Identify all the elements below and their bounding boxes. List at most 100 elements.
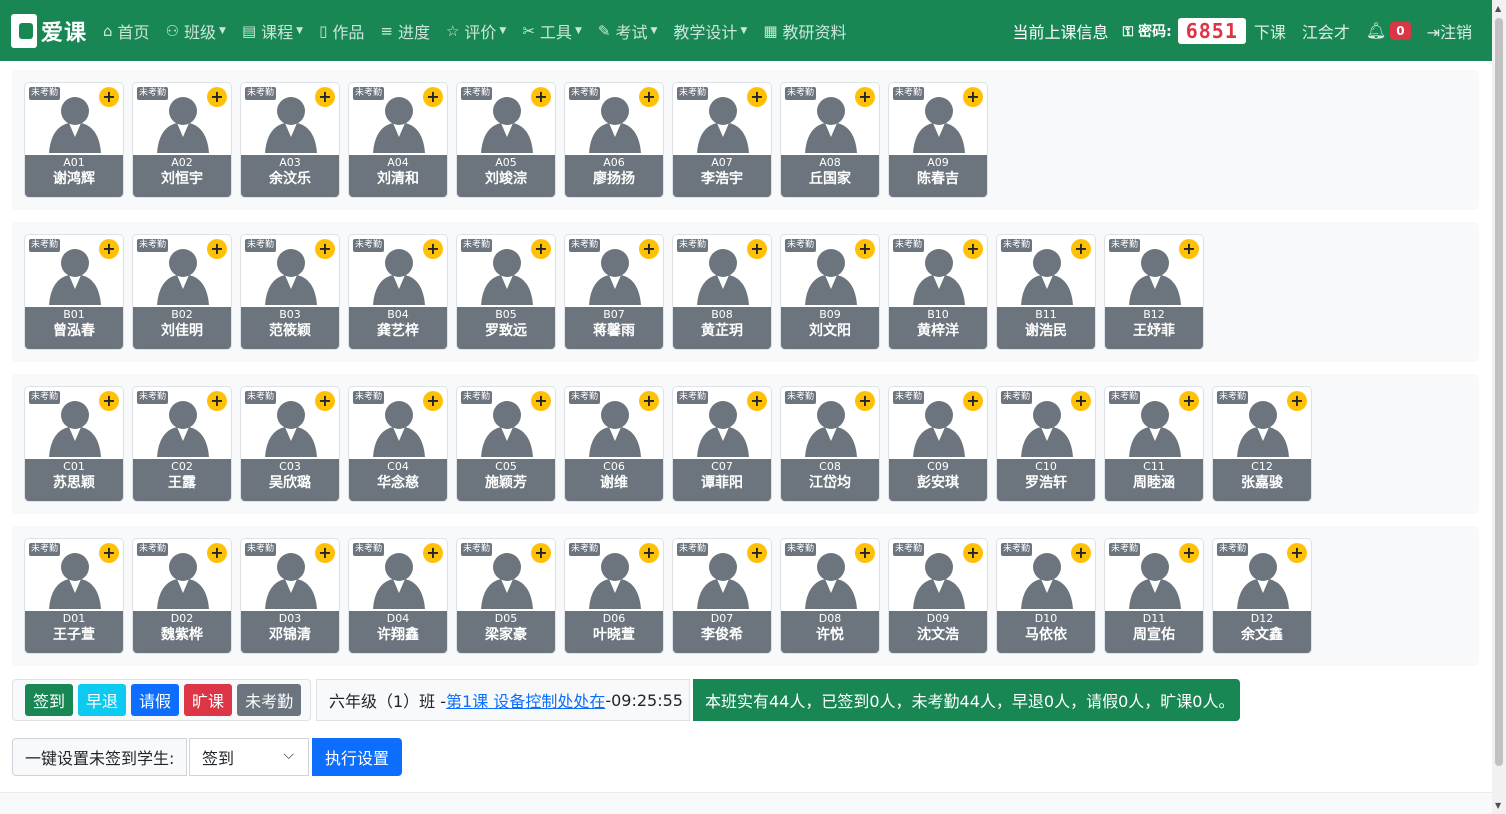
student-info: B11 谢浩民: [997, 307, 1095, 349]
student-card[interactable]: 未考勤 + C04 华念慈: [348, 386, 448, 502]
student-card[interactable]: 未考勤 + B09 刘文阳: [780, 234, 880, 350]
student-card[interactable]: 未考勤 + C09 彭安琪: [888, 386, 988, 502]
student-card[interactable]: 未考勤 + B12 王妤菲: [1104, 234, 1204, 350]
student-info: B12 王妤菲: [1105, 307, 1203, 349]
nav-item-0[interactable]: ⌂ 首页: [103, 19, 150, 43]
status-button-3[interactable]: 旷课: [184, 684, 233, 716]
student-card[interactable]: 未考勤 + D07 李俊希: [672, 538, 772, 654]
seat-code: C07: [711, 460, 733, 473]
student-name: 魏紫桦: [161, 627, 203, 643]
student-card[interactable]: 未考勤 + B07 蒋馨雨: [564, 234, 664, 350]
student-card[interactable]: 未考勤 + D02 魏紫桦: [132, 538, 232, 654]
student-card[interactable]: 未考勤 + A09 陈春吉: [888, 82, 988, 198]
nav-item-7[interactable]: ✎ 考试 ▼: [598, 19, 658, 43]
nav-item-1[interactable]: ⚇ 班级 ▼: [166, 19, 226, 43]
nav-item-6[interactable]: ✂ 工具 ▼: [522, 19, 582, 43]
student-card[interactable]: 未考勤 + C01 苏思颖: [24, 386, 124, 502]
student-card[interactable]: 未考勤 + B10 黄梓洋: [888, 234, 988, 350]
logout-icon: ⇥: [1426, 22, 1440, 42]
end-class-button[interactable]: 下课: [1254, 19, 1286, 43]
student-card[interactable]: 未考勤 + D09 沈文浩: [888, 538, 988, 654]
student-name: 张嘉骏: [1241, 475, 1283, 491]
avatar-icon: [1127, 245, 1183, 305]
student-card[interactable]: 未考勤 + A08 丘国家: [780, 82, 880, 198]
student-info: A05 刘竣淙: [457, 155, 555, 197]
student-card[interactable]: 未考勤 + D05 梁家豪: [456, 538, 556, 654]
student-card[interactable]: 未考勤 + D08 许悦: [780, 538, 880, 654]
student-card[interactable]: 未考勤 + C07 谭菲阳: [672, 386, 772, 502]
student-card[interactable]: 未考勤 + C08 江岱均: [780, 386, 880, 502]
student-card[interactable]: 未考勤 + A07 李浩宇: [672, 82, 772, 198]
student-card[interactable]: 未考勤 + A05 刘竣淙: [456, 82, 556, 198]
student-card[interactable]: 未考勤 + A02 刘恒宇: [132, 82, 232, 198]
nav-item-8[interactable]: 教学设计 ▼: [673, 19, 747, 43]
avatar-icon: [371, 245, 427, 305]
user-menu[interactable]: 江会才: [1302, 19, 1350, 43]
execute-setting-button[interactable]: 执行设置: [312, 738, 402, 776]
student-card[interactable]: 未考勤 + B08 黄芷玥: [672, 234, 772, 350]
student-card[interactable]: 未考勤 + B05 罗致远: [456, 234, 556, 350]
student-name: 梁家豪: [485, 627, 527, 643]
student-card[interactable]: 未考勤 + B01 曾泓春: [24, 234, 124, 350]
student-card[interactable]: 未考勤 + D11 周宣佑: [1104, 538, 1204, 654]
student-card[interactable]: 未考勤 + C03 吴欣璐: [240, 386, 340, 502]
scroll-up-icon[interactable]: ▲: [1495, 4, 1501, 13]
student-card[interactable]: 未考勤 + C10 罗浩轩: [996, 386, 1096, 502]
bell-icon[interactable]: 🔔︎: [1366, 21, 1386, 40]
status-button-4[interactable]: 未考勤: [237, 684, 302, 716]
student-card[interactable]: 未考勤 + D03 邓锦清: [240, 538, 340, 654]
student-card[interactable]: 未考勤 + D06 叶晓萱: [564, 538, 664, 654]
current-class-info-link[interactable]: 当前上课信息: [1013, 19, 1109, 43]
avatar-icon: [695, 93, 751, 153]
student-info: C03 吴欣璐: [241, 459, 339, 501]
seat-code: C12: [1251, 460, 1273, 473]
nav-item-2[interactable]: ▤ 课程 ▼: [242, 19, 303, 43]
student-card[interactable]: 未考勤 + A06 廖扬扬: [564, 82, 664, 198]
status-button-0[interactable]: 签到: [25, 684, 74, 716]
seat-row: 未考勤 + C01 苏思颖 未考勤 + C02 王露 未考勤 + C03 吴欣璐 未考勤 + C04 华念慈未…: [12, 374, 1479, 514]
scroll-down-icon[interactable]: ▼: [1495, 801, 1501, 810]
student-info: B08 黄芷玥: [673, 307, 771, 349]
student-card[interactable]: 未考勤 + A03 余汶乐: [240, 82, 340, 198]
seat-code: C08: [819, 460, 841, 473]
student-card[interactable]: 未考勤 + C06 谢维: [564, 386, 664, 502]
brand[interactable]: 爱课: [11, 13, 87, 48]
student-card[interactable]: 未考勤 + B03 范筱颖: [240, 234, 340, 350]
student-card[interactable]: 未考勤 + B02 刘佳明: [132, 234, 232, 350]
student-card[interactable]: 未考勤 + C12 张嘉骏: [1212, 386, 1312, 502]
student-card[interactable]: 未考勤 + D04 许翔鑫: [348, 538, 448, 654]
student-card[interactable]: 未考勤 + C05 施颖芳: [456, 386, 556, 502]
student-card[interactable]: 未考勤 + C02 王露: [132, 386, 232, 502]
student-card[interactable]: 未考勤 + D12 余文鑫: [1212, 538, 1312, 654]
seat-code: A04: [387, 156, 409, 169]
student-card[interactable]: 未考勤 + C11 周睦涵: [1104, 386, 1204, 502]
seat-code: C03: [279, 460, 301, 473]
student-card[interactable]: 未考勤 + D10 马依依: [996, 538, 1096, 654]
student-card[interactable]: 未考勤 + B04 龚艺梓: [348, 234, 448, 350]
student-card[interactable]: 未考勤 + A04 刘清和: [348, 82, 448, 198]
student-card[interactable]: 未考勤 + A01 谢鸿辉: [24, 82, 124, 198]
student-info: A07 李浩宇: [673, 155, 771, 197]
logout-button[interactable]: ⇥注销: [1427, 19, 1472, 43]
scrollbar-thumb[interactable]: [1495, 18, 1503, 766]
nav-item-9[interactable]: ▦ 教研资料: [763, 19, 846, 43]
chevron-down-icon: ⌵: [283, 747, 294, 763]
nav-item-5[interactable]: ☆ 评价 ▼: [446, 19, 506, 43]
seat-code: B07: [603, 308, 625, 321]
status-button-2[interactable]: 请假: [131, 684, 180, 716]
status-button-1[interactable]: 早退: [78, 684, 127, 716]
avatar-icon: [1019, 245, 1075, 305]
avatar-icon: [803, 245, 859, 305]
student-name: 廖扬扬: [593, 171, 635, 187]
student-info: A08 丘国家: [781, 155, 879, 197]
lesson-link[interactable]: 第1课 设备控制处处在: [446, 688, 605, 712]
seat-code: D05: [494, 612, 518, 625]
nav-item-4[interactable]: ≡ 进度: [380, 19, 430, 43]
vertical-scrollbar[interactable]: ▲ ▼: [1492, 0, 1506, 814]
student-name: 罗浩轩: [1025, 475, 1067, 491]
student-name: 苏思颖: [53, 475, 95, 491]
set-all-status-select[interactable]: 签到 ⌵: [189, 738, 309, 776]
nav-item-3[interactable]: ▯ 作品: [319, 19, 364, 43]
student-card[interactable]: 未考勤 + B11 谢浩民: [996, 234, 1096, 350]
student-card[interactable]: 未考勤 + D01 王子萱: [24, 538, 124, 654]
